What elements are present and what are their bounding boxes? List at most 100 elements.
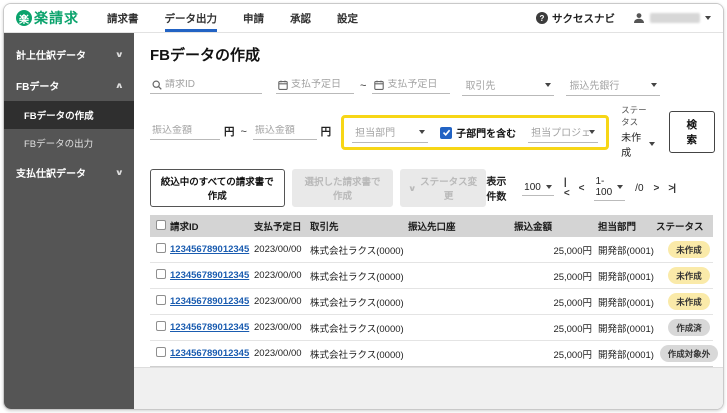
- main-nav: 請求書 データ出力 申請 承認 設定: [107, 4, 358, 32]
- status-change-button[interactable]: ∨ ステータス変更: [400, 169, 487, 207]
- search-icon: [152, 79, 162, 90]
- header-department: 担当部門: [598, 222, 637, 233]
- amount-cell: 25,000円: [553, 297, 592, 309]
- chevron-down-icon: [545, 185, 552, 189]
- chevron-down-icon: [589, 129, 596, 134]
- bank-select-placeholder: 振込先銀行: [569, 81, 620, 92]
- bank-select[interactable]: 振込先銀行: [566, 75, 661, 96]
- page-total: /0: [635, 182, 644, 194]
- pay-date-from-input[interactable]: [291, 79, 352, 90]
- sidebar-item-label: FBデータ: [16, 82, 60, 93]
- include-sub-department-option[interactable]: 子部門を含む: [440, 125, 516, 140]
- prev-page-button[interactable]: <: [579, 183, 585, 194]
- invoice-table: 請求ID 支払予定日 取引先 振込先口座 振込金額 担当部門 ステータス 123…: [150, 215, 719, 367]
- vendor-cell: 株式会社ラクス(0000): [310, 297, 404, 309]
- status-badge: 未作成: [668, 293, 710, 310]
- header-account: 振込先口座: [408, 222, 456, 233]
- status-badge: 未作成: [668, 267, 710, 284]
- header-pay-date: 支払予定日: [254, 222, 302, 233]
- nav-item-data-output[interactable]: データ出力: [164, 4, 217, 32]
- project-select[interactable]: 担当プロジェ…: [528, 122, 599, 143]
- nav-item-application[interactable]: 申請: [243, 4, 264, 32]
- create-from-all-filtered-button[interactable]: 絞込中のすべての請求書で作成: [150, 169, 285, 207]
- department-cell: 開発部(0001): [598, 349, 654, 361]
- chevron-down-icon: ∨: [408, 183, 417, 193]
- amount-from-filter: [150, 123, 220, 140]
- success-navi-link[interactable]: ? サクセスナビ: [536, 11, 615, 26]
- yen-label: 円: [320, 126, 332, 138]
- app-logo: 楽 楽請求: [16, 8, 79, 28]
- page-range-select[interactable]: 1-100: [593, 175, 626, 201]
- pay-date-from-filter: [276, 77, 354, 94]
- vendor-cell: 株式会社ラクス(0000): [310, 349, 404, 361]
- app-window: 楽 楽請求 請求書 データ出力 申請 承認 設定 ? サクセスナビ 計上仕訳データ ∨ FB…: [3, 3, 724, 410]
- table-body: 123456789012345 2023/00/00 株式会社ラクス(0000)…: [150, 237, 719, 367]
- help-icon: ?: [536, 12, 548, 24]
- amount-from-input[interactable]: [152, 125, 218, 136]
- row-checkbox[interactable]: [156, 295, 166, 305]
- sidebar-item-fb-create[interactable]: FBデータの作成: [4, 101, 134, 129]
- department-cell: 開発部(0001): [598, 245, 654, 257]
- amount-cell: 25,000円: [553, 245, 592, 257]
- sidebar-item-fb-data[interactable]: FBデータ ∧: [4, 70, 134, 101]
- amount-range-tilde: ~: [240, 125, 247, 138]
- pagination: 表示件数 100 |< < 1-100 /0 > >|: [486, 173, 715, 203]
- invoice-id-link[interactable]: 123456789012345: [170, 270, 249, 281]
- vendor-select[interactable]: 取引先: [462, 75, 555, 96]
- invoice-id-link[interactable]: 123456789012345: [170, 244, 249, 255]
- department-cell: 開発部(0001): [598, 323, 654, 335]
- highlighted-filter-group: 担当部門 子部門を含む 担当プロジェ…: [341, 115, 610, 150]
- nav-item-approval[interactable]: 承認: [290, 4, 311, 32]
- department-select-placeholder: 担当部門: [355, 128, 396, 139]
- first-page-button[interactable]: |<: [564, 177, 570, 199]
- date-range-tilde: ~: [360, 79, 367, 92]
- chevron-down-icon: [545, 82, 552, 87]
- main-content: FBデータの作成 ~: [134, 33, 723, 409]
- department-select[interactable]: 担当部門: [352, 122, 429, 143]
- invoice-id-link[interactable]: 123456789012345: [170, 296, 249, 307]
- pay-date-to-input[interactable]: [387, 79, 449, 90]
- invoice-id-input[interactable]: [165, 79, 260, 90]
- row-checkbox[interactable]: [156, 243, 166, 253]
- nav-item-invoice[interactable]: 請求書: [107, 4, 139, 32]
- display-count-select[interactable]: 100: [522, 181, 554, 196]
- select-all-checkbox[interactable]: [156, 219, 166, 230]
- amount-to-input[interactable]: [254, 125, 315, 136]
- header-vendor: 取引先: [310, 222, 339, 233]
- vendor-cell: 株式会社ラクス(0000): [310, 323, 404, 335]
- chevron-down-icon: [617, 185, 624, 189]
- page-title: FBデータの作成: [150, 47, 260, 64]
- nav-item-settings[interactable]: 設定: [337, 4, 358, 32]
- page-background: [134, 368, 723, 409]
- header-amount: 振込金額: [514, 222, 553, 233]
- invoice-id-link[interactable]: 123456789012345: [170, 322, 249, 333]
- row-checkbox[interactable]: [156, 269, 166, 279]
- sidebar: 計上仕訳データ ∨ FBデータ ∧ FBデータの作成 FBデータの出力 支払仕訳データ ∨: [4, 33, 134, 409]
- top-header: 楽 楽請求 請求書 データ出力 申請 承認 設定 ? サクセスナビ: [4, 4, 723, 33]
- table-row: 123456789012345 2023/00/00 株式会社ラクス(0000)…: [150, 237, 713, 263]
- invoice-id-link[interactable]: 123456789012345: [170, 348, 249, 359]
- header-invoice-id: 請求ID: [170, 222, 199, 233]
- filter-row-2: 円 ~ 円 担当部門: [150, 104, 715, 159]
- chevron-down-icon: [648, 142, 655, 146]
- next-page-button[interactable]: >: [654, 183, 660, 194]
- search-button[interactable]: 検索: [668, 110, 715, 153]
- row-checkbox[interactable]: [156, 347, 166, 357]
- filter-row-1: ~ 取引先 振込先銀行: [150, 75, 715, 96]
- sidebar-item-accounting-journal[interactable]: 計上仕訳データ ∨: [4, 39, 134, 70]
- last-page-button[interactable]: >|: [668, 183, 676, 194]
- sidebar-item-fb-output[interactable]: FBデータの出力: [4, 129, 134, 157]
- yen-label: 円: [223, 126, 235, 138]
- sidebar-item-payment-journal[interactable]: 支払仕訳データ ∨: [4, 157, 134, 188]
- status-select[interactable]: 未作成: [621, 129, 655, 159]
- create-from-selected-button[interactable]: 選択した請求書で作成: [291, 169, 394, 207]
- row-checkbox[interactable]: [156, 321, 166, 331]
- department-cell: 開発部(0001): [598, 271, 654, 283]
- status-select-value: 未作成: [621, 133, 642, 159]
- display-count-label: 表示件数: [486, 177, 507, 203]
- status-filter-label: ステータス: [621, 105, 647, 127]
- user-menu[interactable]: [633, 12, 711, 24]
- chevron-down-icon: ∨: [114, 50, 124, 59]
- vendor-cell: 株式会社ラクス(0000): [310, 271, 404, 283]
- invoice-id-filter: [150, 77, 262, 94]
